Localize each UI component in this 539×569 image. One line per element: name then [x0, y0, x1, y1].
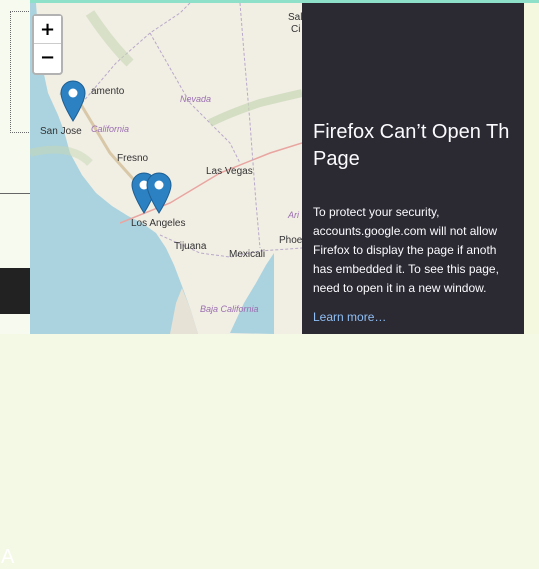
map-label-sacramento: amento	[91, 86, 125, 97]
left-panel: A	[0, 0, 30, 568]
error-title: Firefox Can’t Open Th Page	[313, 119, 524, 173]
map-label-mexicali: Mexicali	[229, 249, 266, 260]
learn-more-link[interactable]: Learn more…	[313, 310, 386, 324]
map-label-san-jose: San Jose	[40, 126, 82, 137]
map-marker-icon[interactable]	[60, 80, 86, 122]
error-message-line: Firefox to display the page if anoth	[313, 243, 497, 257]
right-strip	[524, 3, 539, 334]
map-label-california: California	[91, 124, 130, 134]
error-title-line2: Page	[313, 148, 360, 170]
error-message-line: accounts.google.com will not allow	[313, 224, 498, 238]
map-marker-icon[interactable]	[146, 172, 172, 214]
map-label-los-angeles: Los Angeles	[131, 218, 186, 229]
error-message-line: To protect your security,	[313, 205, 440, 219]
map-label-baja-california: Baja California	[200, 304, 259, 314]
map-label-tijuana: Tijuana	[174, 241, 207, 252]
map-label-las-vegas: Las Vegas	[206, 166, 253, 177]
error-message: To protect your security, accounts.googl…	[313, 203, 524, 298]
left-letter: A	[1, 546, 15, 568]
map-label-fresno: Fresno	[117, 153, 149, 164]
map-label-salt-lake: Salt L	[288, 12, 302, 23]
embedded-error-panel: Firefox Can’t Open Th Page To protect yo…	[302, 3, 524, 334]
error-message-line: need to open it in a new window.	[313, 281, 487, 295]
error-message-line: has embedded it. To see this page,	[313, 262, 499, 276]
dark-bar: A	[0, 268, 30, 568]
map-label-phoe: Phoe	[279, 235, 302, 246]
map[interactable]: Salt L Ci amento Nevada San Jose Califor…	[30, 3, 302, 334]
zoom-control: + −	[32, 14, 63, 75]
zoom-out-button[interactable]: −	[34, 44, 61, 72]
map-tiles	[30, 3, 302, 334]
divider	[0, 193, 30, 194]
map-label-nevada: Nevada	[180, 94, 212, 104]
dotted-frame	[10, 11, 29, 133]
error-title-line1: Firefox Can’t Open Th	[313, 121, 510, 143]
zoom-in-button[interactable]: +	[34, 16, 61, 44]
map-label-ci: Ci	[291, 24, 301, 35]
map-label-ari: Ari	[288, 210, 299, 220]
